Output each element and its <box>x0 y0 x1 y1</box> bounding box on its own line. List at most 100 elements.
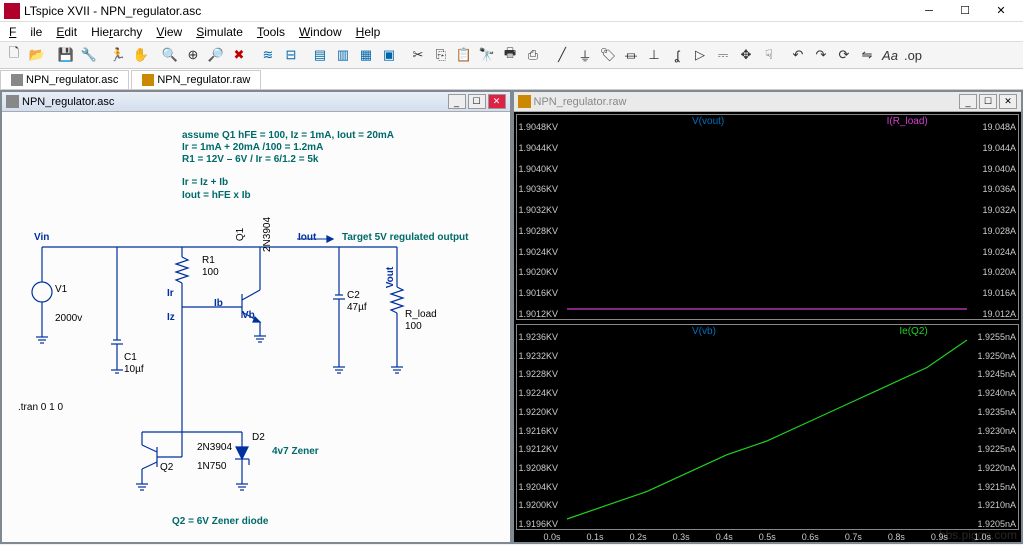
label-d2: D2 <box>252 432 265 443</box>
plot-1[interactable]: V(vout)I(R_load)1.9048KV1.9044KV1.9040KV… <box>516 114 1020 320</box>
label-target: Target 5V regulated output <box>342 232 469 243</box>
panel-max-button[interactable]: ☐ <box>468 94 486 109</box>
schematic-icon <box>6 95 19 108</box>
paste-icon[interactable]: 📋 <box>453 44 475 66</box>
label-c1: C1 <box>124 352 137 363</box>
pan-icon[interactable]: ⊕ <box>182 44 204 66</box>
resistor-icon[interactable]: ⏛ <box>620 44 642 66</box>
label-c1v: 10µf <box>124 364 144 375</box>
schematic-wires <box>2 112 510 542</box>
note-l2: Ir = 1mA + 20mA /100 = 1.2mA <box>182 142 323 153</box>
note-l5: Iout = hFE x Ib <box>182 190 251 201</box>
panel-min-button[interactable]: _ <box>448 94 466 109</box>
cascade-icon[interactable]: ▦ <box>355 44 377 66</box>
plot-2[interactable]: V(vb)Ie(Q2)1.9236KV1.9232KV1.9228KV1.922… <box>516 324 1020 530</box>
menu-edit[interactable]: Edit <box>49 24 84 40</box>
maximize-button[interactable]: ☐ <box>947 1 983 21</box>
document-tabs: NPN_regulator.asc NPN_regulator.raw <box>0 69 1023 90</box>
label-r1v: 100 <box>202 267 219 278</box>
note-l3: R1 = 12V – 6V / Ir = 6/1.2 = 5k <box>182 154 318 165</box>
schematic-canvas[interactable]: assume Q1 hFE = 100, Iz = 1mA, Iout = 20… <box>2 112 510 542</box>
menu-window[interactable]: Window <box>292 24 349 40</box>
label-icon[interactable]: 🏷 <box>597 44 619 66</box>
new-sch-icon[interactable]: 🗋 <box>3 44 25 66</box>
waveform-icon <box>518 95 531 108</box>
undo-icon[interactable]: ↶ <box>787 44 809 66</box>
save-icon[interactable]: 💾 <box>55 44 77 66</box>
app-icon <box>4 3 20 19</box>
label-v1: V1 <box>55 284 67 295</box>
label-d2p: 1N750 <box>197 461 226 472</box>
label-vb: Vb <box>242 310 255 321</box>
waveform-title: NPN_regulator.raw <box>534 96 958 108</box>
workarea: NPN_regulator.asc _ ☐ ✕ <box>0 90 1023 544</box>
control-panel-icon[interactable]: 🔧 <box>78 44 100 66</box>
minimize-button[interactable]: ─ <box>911 1 947 21</box>
label-v1v: 2000v <box>55 313 82 324</box>
waveform-titlebar: NPN_regulator.raw _ ☐ ✕ <box>514 92 1022 112</box>
window-title: LTspice XVII - NPN_regulator.asc <box>24 4 911 18</box>
tile-v-icon[interactable]: ▥ <box>332 44 354 66</box>
waveform-canvas[interactable]: V(vout)I(R_load)1.9048KV1.9044KV1.9040KV… <box>514 112 1022 542</box>
label-q2: Q2 <box>160 462 173 473</box>
label-c2: C2 <box>347 290 360 301</box>
ground-icon[interactable]: ⏚ <box>574 44 596 66</box>
open-icon[interactable]: 📂 <box>26 44 48 66</box>
menu-help[interactable]: Help <box>349 24 388 40</box>
cut-icon[interactable]: ✂ <box>407 44 429 66</box>
titlebar: LTspice XVII - NPN_regulator.asc ─ ☐ ✕ <box>0 0 1023 22</box>
find-icon[interactable]: 🔭 <box>476 44 498 66</box>
capacitor-icon[interactable]: ⊥ <box>643 44 665 66</box>
menu-hierarchy[interactable]: Hierarchy <box>84 24 149 40</box>
schematic-titlebar: NPN_regulator.asc _ ☐ ✕ <box>2 92 510 112</box>
mirror-icon[interactable]: ⇋ <box>856 44 878 66</box>
text-icon[interactable]: Aa <box>879 44 901 66</box>
tile-h-icon[interactable]: ▤ <box>309 44 331 66</box>
setup-icon[interactable]: ⊟ <box>280 44 302 66</box>
close-win-icon[interactable]: ▣ <box>378 44 400 66</box>
autorange-icon[interactable]: ≋ <box>257 44 279 66</box>
print-setup-icon[interactable]: ⎙ <box>522 44 544 66</box>
label-vin: Vin <box>34 232 49 243</box>
label-iout: Iout <box>298 232 316 243</box>
zoom-fit-icon[interactable]: ✖ <box>228 44 250 66</box>
label-ib: Ib <box>214 298 223 309</box>
inductor-icon[interactable]: ʆ <box>666 44 688 66</box>
menu-simulate[interactable]: Simulate <box>189 24 250 40</box>
drag-icon[interactable]: ☟ <box>758 44 780 66</box>
spice-directive-icon[interactable]: .op <box>902 44 924 66</box>
label-vout: Vout <box>385 267 396 288</box>
panel-max-button[interactable]: ☐ <box>979 94 997 109</box>
label-q1: Q1 <box>235 228 246 241</box>
label-rloadv: 100 <box>405 321 422 332</box>
label-c2v: 47µf <box>347 302 367 313</box>
move-icon[interactable]: ✥ <box>735 44 757 66</box>
panel-close-button[interactable]: ✕ <box>488 94 506 109</box>
menu-view[interactable]: View <box>149 24 189 40</box>
note-l1: assume Q1 hFE = 100, Iz = 1mA, Iout = 20… <box>182 130 394 141</box>
tab-asc[interactable]: NPN_regulator.asc <box>0 70 129 89</box>
menu-tools[interactable]: Tools <box>250 24 292 40</box>
redo-icon[interactable]: ↷ <box>810 44 832 66</box>
print-icon[interactable]: 🖶 <box>499 44 521 66</box>
panel-close-button[interactable]: ✕ <box>999 94 1017 109</box>
run-icon[interactable]: 🏃 <box>107 44 129 66</box>
schematic-panel: NPN_regulator.asc _ ☐ ✕ <box>1 91 511 543</box>
zoom-in-icon[interactable]: 🔍 <box>159 44 181 66</box>
schematic-title: NPN_regulator.asc <box>22 96 446 108</box>
diode-icon[interactable]: ▷ <box>689 44 711 66</box>
zoom-out-icon[interactable]: 🔎 <box>205 44 227 66</box>
tab-raw[interactable]: NPN_regulator.raw <box>131 70 261 89</box>
rotate-icon[interactable]: ⟳ <box>833 44 855 66</box>
copy-icon[interactable]: ⎘ <box>430 44 452 66</box>
close-button[interactable]: ✕ <box>983 1 1019 21</box>
component-icon[interactable]: ⎓ <box>712 44 734 66</box>
waveform-icon <box>142 74 154 86</box>
panel-min-button[interactable]: _ <box>959 94 977 109</box>
menu-file[interactable]: File <box>2 24 49 40</box>
label-r1: R1 <box>202 255 215 266</box>
wire-icon[interactable]: ╱ <box>551 44 573 66</box>
toolbar: 🗋 📂 💾 🔧 🏃 ✋ 🔍 ⊕ 🔎 ✖ ≋ ⊟ ▤ ▥ ▦ ▣ ✂ ⎘ 📋 🔭 … <box>0 42 1023 69</box>
waveform-panel: NPN_regulator.raw _ ☐ ✕ V(vout)I(R_load)… <box>513 91 1023 543</box>
stop-icon[interactable]: ✋ <box>130 44 152 66</box>
